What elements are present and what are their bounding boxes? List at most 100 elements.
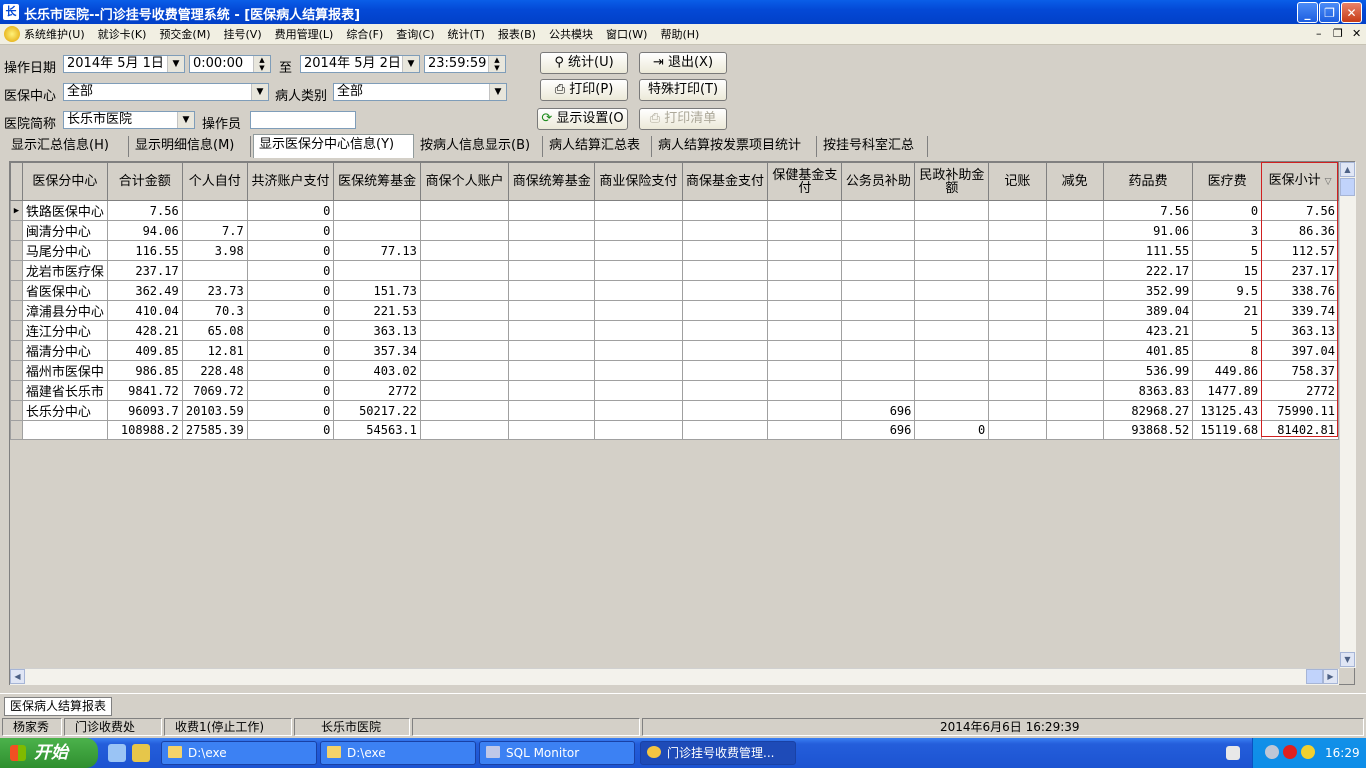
table-cell[interactable] bbox=[767, 380, 843, 401]
stats-button[interactable]: ⚲ 统计(U) bbox=[540, 52, 628, 74]
end-time-spinner[interactable]: 23:59:59 ▲ ▼ bbox=[424, 55, 506, 73]
table-cell[interactable]: 403.02 bbox=[333, 360, 421, 381]
table-cell[interactable]: 0 bbox=[246, 280, 335, 301]
table-cell[interactable]: 228.48 bbox=[181, 360, 248, 381]
scroll-down-icon[interactable]: ▼ bbox=[1340, 652, 1355, 667]
table-cell[interactable] bbox=[508, 280, 596, 301]
menu-item[interactable]: 就诊卡(K) bbox=[98, 26, 147, 42]
table-row[interactable]: 连江分中心 428.21 65.08 0 363.13 423.21 5 363.13 bbox=[10, 320, 1339, 341]
start-button[interactable]: 开始 bbox=[0, 738, 98, 768]
tab-summary[interactable]: 显示汇总信息(H) bbox=[6, 136, 129, 157]
table-cell[interactable]: 221.53 bbox=[333, 300, 421, 321]
table-cell[interactable] bbox=[988, 280, 1047, 301]
table-cell[interactable] bbox=[988, 320, 1047, 341]
column-header[interactable]: 商保统筹基金 bbox=[508, 162, 596, 201]
print-button[interactable]: ⎙ 打印(P) bbox=[540, 79, 628, 101]
tab-center-info[interactable]: 显示医保分中心信息(Y) bbox=[253, 134, 414, 158]
row-indicator[interactable] bbox=[10, 280, 23, 301]
table-cell[interactable] bbox=[988, 340, 1047, 361]
table-cell[interactable] bbox=[681, 320, 769, 341]
close-button[interactable]: ✕ bbox=[1341, 2, 1362, 23]
taskbar-item-folder-1[interactable]: D:\exe bbox=[161, 741, 317, 765]
table-cell[interactable] bbox=[767, 260, 843, 281]
table-cell[interactable] bbox=[914, 240, 990, 261]
end-date-picker[interactable]: 2014年 5月 2日 ▼ bbox=[300, 55, 420, 73]
table-cell[interactable] bbox=[914, 260, 990, 281]
table-cell[interactable] bbox=[419, 340, 510, 361]
table-cell[interactable] bbox=[681, 240, 769, 261]
ie-icon[interactable] bbox=[108, 744, 126, 762]
table-cell[interactable] bbox=[681, 280, 769, 301]
scroll-thumb[interactable] bbox=[1340, 178, 1355, 196]
chevron-down-icon[interactable]: ▼ bbox=[402, 56, 419, 72]
table-cell[interactable]: 13125.43 bbox=[1192, 400, 1263, 421]
table-cell[interactable] bbox=[681, 360, 769, 381]
table-cell[interactable]: 0 bbox=[246, 320, 335, 341]
table-cell[interactable] bbox=[681, 340, 769, 361]
table-cell[interactable] bbox=[419, 320, 510, 341]
table-cell[interactable]: 5 bbox=[1192, 240, 1263, 261]
table-cell[interactable]: 449.86 bbox=[1192, 360, 1263, 381]
menu-item[interactable]: 报表(B) bbox=[498, 26, 536, 42]
window-list-item[interactable]: 医保病人结算报表 bbox=[4, 697, 113, 716]
table-cell[interactable]: 696 bbox=[841, 420, 916, 440]
horizontal-scrollbar[interactable]: ◀ ▶ bbox=[10, 668, 1339, 685]
table-cell[interactable] bbox=[508, 320, 596, 341]
table-cell[interactable] bbox=[767, 420, 843, 440]
quicklaunch-app-icon[interactable] bbox=[132, 744, 150, 762]
table-row[interactable]: 108988.2 27585.39 0 54563.1 696 0 93868.52 1511… bbox=[10, 420, 1339, 440]
table-cell[interactable]: 漳浦县分中心 bbox=[21, 300, 108, 321]
table-cell[interactable]: 0 bbox=[246, 340, 335, 361]
stop-icon[interactable] bbox=[1283, 745, 1297, 759]
chevron-down-icon[interactable]: ▼ bbox=[177, 112, 194, 128]
table-cell[interactable] bbox=[419, 400, 510, 421]
table-cell[interactable]: 0 bbox=[246, 260, 335, 281]
table-cell[interactable]: 12.81 bbox=[181, 340, 248, 361]
table-cell[interactable] bbox=[1045, 320, 1104, 341]
table-cell[interactable] bbox=[594, 320, 683, 341]
table-cell[interactable]: 363.13 bbox=[333, 320, 421, 341]
table-cell[interactable] bbox=[767, 400, 843, 421]
table-cell[interactable]: 0 bbox=[1192, 200, 1263, 221]
table-cell[interactable] bbox=[1045, 280, 1104, 301]
column-header[interactable]: 医保分中心 bbox=[21, 162, 108, 201]
table-cell[interactable] bbox=[508, 340, 596, 361]
table-cell[interactable] bbox=[1045, 300, 1104, 321]
menu-item[interactable]: 费用管理(L) bbox=[275, 26, 334, 42]
table-cell[interactable] bbox=[21, 420, 108, 440]
table-cell[interactable]: 0 bbox=[246, 220, 335, 241]
table-cell[interactable] bbox=[841, 360, 916, 381]
hospital-select[interactable]: 长乐市医院 ▼ bbox=[63, 111, 195, 129]
table-cell[interactable]: 237.17 bbox=[1261, 260, 1339, 281]
table-cell[interactable]: 7.56 bbox=[106, 200, 183, 221]
table-cell[interactable]: 82968.27 bbox=[1102, 400, 1194, 421]
tab-invoice-item-stats[interactable]: 病人结算按发票项目统计 bbox=[653, 136, 817, 157]
table-cell[interactable]: 758.37 bbox=[1261, 360, 1339, 381]
table-cell[interactable] bbox=[594, 360, 683, 381]
table-row[interactable]: 省医保中心 362.49 23.73 0 151.73 352.99 9.5 338.76 bbox=[10, 280, 1339, 301]
menu-item[interactable]: 公共模块 bbox=[549, 26, 593, 42]
table-cell[interactable]: 0 bbox=[914, 420, 990, 440]
table-cell[interactable] bbox=[181, 200, 248, 221]
table-cell[interactable]: 3 bbox=[1192, 220, 1263, 241]
row-indicator[interactable] bbox=[10, 400, 23, 421]
menu-item[interactable]: 挂号(V) bbox=[224, 26, 262, 42]
row-indicator[interactable] bbox=[10, 300, 23, 321]
table-cell[interactable] bbox=[767, 240, 843, 261]
table-cell[interactable]: 0 bbox=[246, 420, 335, 440]
table-cell[interactable] bbox=[767, 360, 843, 381]
column-header[interactable]: 民政补助金额 bbox=[914, 162, 990, 201]
table-cell[interactable] bbox=[767, 280, 843, 301]
table-cell[interactable]: 112.57 bbox=[1261, 240, 1339, 261]
table-cell[interactable] bbox=[508, 300, 596, 321]
table-cell[interactable] bbox=[988, 380, 1047, 401]
restore-button[interactable]: ❐ bbox=[1319, 2, 1340, 23]
table-cell[interactable] bbox=[767, 300, 843, 321]
table-cell[interactable]: 铁路医保中心 bbox=[21, 200, 108, 221]
table-cell[interactable] bbox=[988, 260, 1047, 281]
sort-icon[interactable]: ▽ bbox=[1325, 177, 1332, 187]
table-cell[interactable] bbox=[914, 380, 990, 401]
table-cell[interactable] bbox=[508, 380, 596, 401]
table-cell[interactable] bbox=[1045, 220, 1104, 241]
table-cell[interactable] bbox=[333, 200, 421, 221]
